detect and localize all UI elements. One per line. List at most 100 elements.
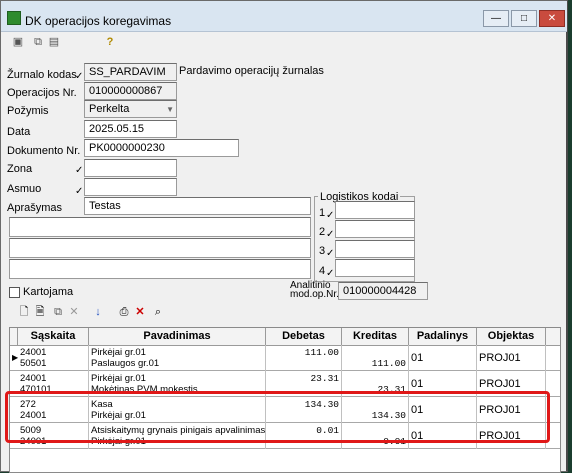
find-icon[interactable]: ⌕ [151,305,165,319]
cell-saskaita[interactable]: 24001 470101 [18,371,89,397]
cell-kreditas[interactable]: 134.30 [342,397,409,423]
log-field-3[interactable] [335,240,415,258]
column-header-kreditas[interactable]: Kreditas [342,328,409,345]
cell-objektas[interactable]: PROJ01 [477,423,546,449]
grid-header: Sąskaita Pavadinimas Debetas Kreditas Pa… [10,328,560,346]
operacijos-nr-label: Operacijos Nr. [7,87,77,99]
cell-pavadinimas[interactable]: Atsiskaitymų grynais pinigais apvalinima… [89,423,266,449]
account-debit: 272 [20,399,36,410]
check-mark-icon: ✓ [326,210,335,221]
print-icon[interactable]: ⎙ [117,305,131,319]
account-credit: 50501 [20,358,47,369]
aprasymas-field[interactable]: Testas [84,197,311,215]
table-row[interactable]: 272 24001 Kasa Pirkėjai gr.01 134.30 134.3… [10,397,560,423]
cell-pavadinimas[interactable]: Kasa Pirkėjai gr.01 [89,397,266,423]
aprasymas-line-3[interactable] [9,238,311,258]
help-icon[interactable]: ? [103,36,117,49]
cell-saskaita[interactable]: 272 24001 [18,397,89,423]
kartojama-checkbox[interactable] [9,287,20,298]
operacijos-nr-field[interactable]: 010000000867 [84,82,177,100]
name-debit: Pirkėjai gr.01 [91,347,146,358]
log-label-3: 3 [319,245,326,257]
column-header-saskaita[interactable]: Sąskaita [18,328,89,345]
zurnalo-kodas-description: Pardavimo operacijų žurnalas [179,65,324,77]
cell-padalinys[interactable]: 01 [409,345,477,371]
log-field-1[interactable] [335,201,415,219]
zona-label: Zona [7,163,33,175]
table-row[interactable]: 5009 24001 Atsiskaitymų grynais pinigais … [10,423,560,449]
log-field-2[interactable] [335,220,415,238]
zurnalo-kodas-field[interactable]: SS_PARDAVIM [84,63,177,81]
row-pointer-icon: ▶ [12,353,19,362]
maximize-button[interactable]: □ [511,10,537,27]
name-debit: Atsiskaitymų grynais pinigais apvalinima… [91,425,266,436]
close-button[interactable]: ✕ [539,10,565,27]
app-icon [7,11,21,25]
cell-saskaita[interactable]: 5009 24001 [18,423,89,449]
copy-row-icon[interactable]: ⧉ [51,305,65,319]
cell-debetas[interactable]: 0.01 [266,423,342,449]
cell-saskaita[interactable]: 24001 50501 [18,345,89,371]
name-debit: Pirkėjai gr.01 [91,373,146,384]
cell-pavadinimas[interactable]: Pirkėjai gr.01 Mokėtinas PVM mokestis [89,371,266,397]
column-header-debetas[interactable]: Debetas [266,328,342,345]
title-bar: DK operacijos koregavimas — □ ✕ [1,1,567,32]
table-row[interactable]: 24001 470101 Pirkėjai gr.01 Mokėtinas PVM … [10,371,560,397]
name-credit: Pirkėjai gr.01 [91,436,146,447]
cell-debetas[interactable]: 23.31 [266,371,342,397]
zurnalo-kodas-label: Žurnalo kodas [7,69,77,81]
analitinio-label-line-2: mod.op.Nr. [290,289,339,300]
analitinio-field[interactable]: 010000004428 [338,282,428,300]
sort-icon[interactable]: ↓ [91,305,105,319]
dokumento-nr-field[interactable]: PK0000000230 [84,139,239,157]
check-mark-icon: ✓ [75,165,84,176]
column-header-pavadinimas[interactable]: Pavadinimas [89,328,266,345]
account-credit: 24001 [20,410,47,421]
cell-debetas[interactable]: 134.30 [266,397,342,423]
cell-kreditas[interactable]: 0.01 [342,423,409,449]
check-mark-icon: ✓ [326,268,335,279]
header-indicator [10,328,18,345]
aprasymas-line-4[interactable] [9,259,311,279]
cell-kreditas[interactable]: 111.00 [342,345,409,371]
cell-kreditas[interactable]: 23.31 [342,371,409,397]
aprasymas-line-2[interactable] [9,217,311,237]
zona-field[interactable] [84,159,177,177]
cell-objektas[interactable]: PROJ01 [477,345,546,371]
name-credit: Mokėtinas PVM mokestis [91,384,198,395]
log-label-4: 4 [319,265,326,277]
account-credit: 24001 [20,436,47,447]
cancel-icon[interactable]: ✕ [133,305,147,319]
check-mark-icon: ✓ [75,186,84,197]
cell-padalinys[interactable]: 01 [409,423,477,449]
window-title: DK operacijos koregavimas [25,14,172,28]
check-mark-icon: ✓ [75,71,84,82]
column-header-objektas[interactable]: Objektas [477,328,546,345]
cell-padalinys[interactable]: 01 [409,397,477,423]
cell-debetas[interactable]: 111.00 [266,345,342,371]
edit-document-icon[interactable]: 🗎 [33,305,47,319]
grid-toolbar: 🗋 🗎 ⧉ ✕ ↓ ⎙ ✕ ⌕ [9,302,549,322]
account-debit: 24001 [20,373,47,384]
paste-icon[interactable]: ▤ [47,36,61,49]
check-mark-icon: ✓ [326,248,335,259]
minimize-button[interactable]: — [483,10,509,27]
table-row[interactable]: ▶ 24001 50501 Pirkėjai gr.01 Paslaugos gr.… [10,345,560,371]
data-field[interactable]: 2025.05.15 [84,120,177,138]
column-header-padalinys[interactable]: Padalinys [409,328,477,345]
dokumento-nr-label: Dokumento Nr. [7,145,81,157]
save-icon[interactable]: ▣ [11,36,25,49]
delete-icon[interactable]: ✕ [67,305,81,319]
copy-icon[interactable]: ⧉ [31,36,45,49]
cell-padalinys[interactable]: 01 [409,371,477,397]
log-field-4[interactable] [335,259,415,277]
cell-objektas[interactable]: PROJ01 [477,397,546,423]
pozymis-select[interactable]: Perkelta ▼ [84,100,177,118]
name-credit: Paslaugos gr.01 [91,358,160,369]
account-debit: 5009 [20,425,42,436]
asmuo-field[interactable] [84,178,177,196]
cell-pavadinimas[interactable]: Pirkėjai gr.01 Paslaugos gr.01 [89,345,266,371]
aprasymas-label: Aprašymas [7,202,63,214]
new-document-icon[interactable]: 🗋 [17,305,31,319]
cell-objektas[interactable]: PROJ01 [477,371,546,397]
